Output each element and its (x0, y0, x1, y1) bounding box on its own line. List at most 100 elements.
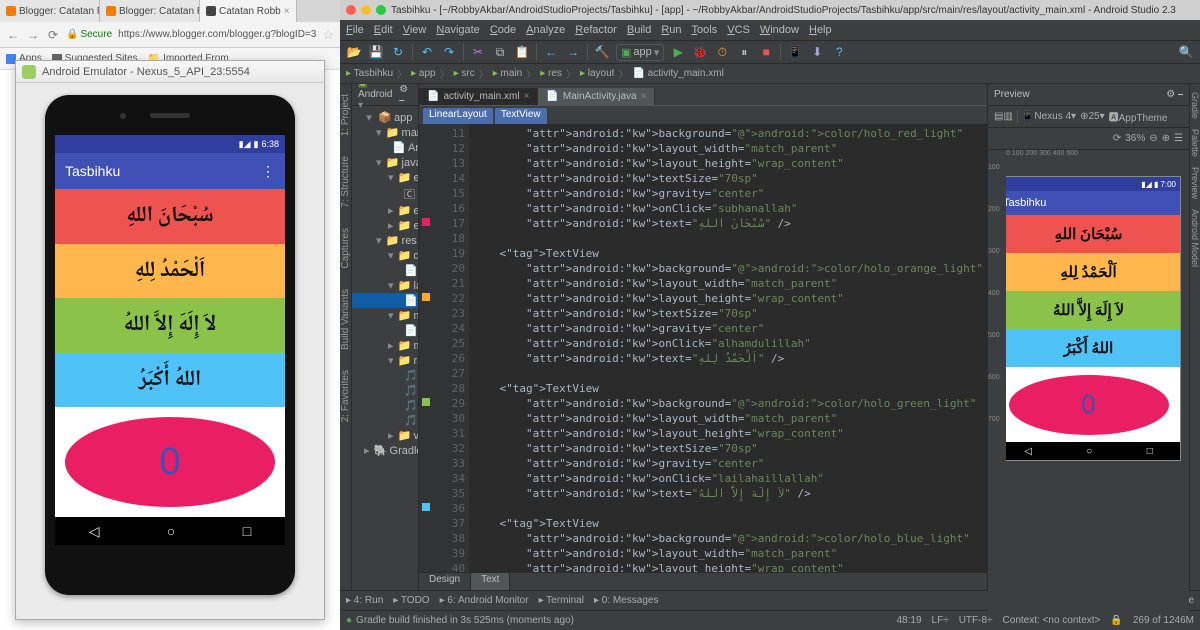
side-tab[interactable]: Preview (1190, 167, 1200, 199)
back-icon[interactable]: ← (6, 28, 20, 42)
project-tree[interactable]: ▾📦app▾📁manifests📄AndroidManifest.xml▾📁ja… (352, 106, 418, 462)
minimize-window-icon[interactable] (361, 5, 371, 15)
profile-icon[interactable]: ⏱ (714, 44, 730, 60)
avd-manager-icon[interactable]: 📱 (787, 44, 803, 60)
tree-node[interactable]: 📄AndroidManifest.xml (352, 140, 418, 155)
lock-icon[interactable]: 🔒 (1110, 615, 1122, 626)
side-tab[interactable]: Captures (340, 228, 351, 269)
make-icon[interactable]: 🔨 (594, 44, 610, 60)
tree-node[interactable]: 🎵takbir.mp3 (352, 398, 418, 413)
side-tab[interactable]: 7: Structure (340, 156, 351, 208)
copy-icon[interactable]: ⧉ (492, 44, 508, 60)
editor-tab[interactable]: 📄MainActivity.java × (538, 88, 655, 105)
sync-icon[interactable]: ↻ (390, 44, 406, 60)
menu-edit[interactable]: Edit (374, 24, 393, 36)
nav-forward-icon[interactable]: → (565, 44, 581, 60)
zoom-in-icon[interactable]: ⊕ (1162, 133, 1170, 144)
reload-icon[interactable]: ⟳ (46, 28, 60, 42)
side-tab[interactable]: 1: Project (340, 94, 351, 136)
help-icon[interactable]: ? (831, 44, 847, 60)
code-lines[interactable]: "attr">android:"kw">background="@">andro… (469, 124, 987, 572)
cut-icon[interactable]: ✂ (470, 44, 486, 60)
chrome-tab[interactable]: Blogger: Catatan R× (100, 0, 200, 22)
breadcrumb-item[interactable]: ▸ layout (580, 68, 615, 79)
tree-node[interactable]: ▸🐘Gradle Scripts (352, 443, 418, 458)
menu-view[interactable]: View (403, 24, 427, 36)
device-selector[interactable]: 📱Nexus 4▾ (1022, 111, 1076, 122)
side-tab[interactable]: Palette (1190, 129, 1200, 157)
band-lailaha[interactable]: لاَ إِلَهَ إِلاَّ اللهُ (55, 298, 285, 353)
bottom-tool[interactable]: ▸ TODO (393, 595, 429, 606)
tree-node[interactable]: ▸📁mipmap (352, 338, 418, 353)
nav-back-icon[interactable]: ◁ (89, 523, 100, 540)
tool-settings-icon[interactable]: ⚙ ⎯ (399, 84, 412, 106)
design-tab[interactable]: Design (419, 573, 471, 590)
tree-node[interactable]: 🎵tahmid.mp3 (352, 383, 418, 398)
api-selector[interactable]: ⊕25▾ (1080, 111, 1105, 122)
run-icon[interactable]: ▶ (670, 44, 686, 60)
nav-home-icon[interactable]: ○ (167, 523, 175, 539)
view-mode-icon[interactable]: ▤▥ (994, 111, 1013, 122)
zoom-value[interactable]: 36% (1125, 133, 1145, 144)
crumb-linearlayout[interactable]: LinearLayout (423, 108, 493, 124)
breadcrumb-item[interactable]: 📄 activity_main.xml (632, 68, 723, 79)
bottom-tool[interactable]: ▸ 6: Android Monitor (440, 595, 529, 606)
maximize-window-icon[interactable] (376, 5, 386, 15)
tree-node[interactable]: ▸📁values (352, 428, 418, 443)
line-separator[interactable]: LF÷ (932, 615, 949, 626)
emulator-window[interactable]: Android Emulator - Nexus_5_API_23:5554 ▮… (15, 60, 325, 620)
preview-tool-window[interactable]: Preview ⚙ ⎯ ▤▥ 📱Nexus 4▾ ⊕25▾ 🅰AppTheme … (987, 84, 1189, 590)
breadcrumb-item[interactable]: ▸ Tasbihku (346, 68, 393, 79)
memory-indicator[interactable]: 269 of 1246M (1133, 615, 1194, 626)
breadcrumb-item[interactable]: ▸ app (411, 68, 436, 79)
project-mode[interactable]: Android (358, 89, 392, 100)
file-encoding[interactable]: UTF-8÷ (959, 615, 993, 626)
menu-analyze[interactable]: Analyze (526, 24, 565, 36)
menu-navigate[interactable]: Navigate (436, 24, 479, 36)
menu-window[interactable]: Window (760, 24, 799, 36)
attach-debugger-icon[interactable]: ⏸ (736, 44, 752, 60)
close-window-icon[interactable] (346, 5, 356, 15)
open-icon[interactable]: 📂 (346, 44, 362, 60)
tree-node[interactable]: ▾📁raw (352, 353, 418, 368)
tree-node[interactable]: 📄activity_main.xml (352, 293, 418, 308)
code-area[interactable]: 1112131415161718192021222324252627282930… (419, 124, 987, 572)
paste-icon[interactable]: 📋 (514, 44, 530, 60)
chrome-tab[interactable]: Catatan Robb× (200, 0, 297, 22)
tree-node[interactable]: ▸📁es.esy.android_inyourhand.tasbihku (352, 218, 418, 233)
debug-icon[interactable]: 🐞 (692, 44, 708, 60)
tree-node[interactable]: ▾📁menu (352, 308, 418, 323)
breadcrumb-item[interactable]: ▸ main (493, 68, 522, 79)
tool-settings-icon[interactable]: ⚙ ⎯ (1166, 89, 1183, 100)
refresh-preview-icon[interactable]: ⟳ (1113, 133, 1121, 144)
run-config-selector[interactable]: ▣app▾ (616, 44, 664, 61)
tree-node[interactable]: ▾📦app (352, 110, 418, 125)
zoom-out-icon[interactable]: ⊖ (1149, 133, 1157, 144)
editor-tab[interactable]: 📄activity_main.xml × (419, 88, 538, 105)
forward-icon[interactable]: → (26, 28, 40, 42)
bottom-tool[interactable]: ▸ 0: Messages (594, 595, 659, 606)
tree-node[interactable]: ▾📁layout (352, 278, 418, 293)
band-subhanallah[interactable]: سُبْحَانَ اللهِ (55, 189, 285, 244)
crumb-textview[interactable]: TextView (495, 108, 547, 124)
tree-node[interactable]: ▾📁res (352, 233, 418, 248)
chrome-tab[interactable]: Blogger: Catatan R× (0, 0, 100, 22)
nav-back-icon[interactable]: ← (543, 44, 559, 60)
emulator-titlebar[interactable]: Android Emulator - Nexus_5_API_23:5554 (16, 61, 324, 83)
search-icon[interactable]: 🔍 (1178, 44, 1194, 60)
menu-run[interactable]: Run (661, 24, 681, 36)
menu-code[interactable]: Code (490, 24, 516, 36)
tree-node[interactable]: 🎵tahlil.mp3 (352, 368, 418, 383)
theme-selector[interactable]: 🅰AppTheme (1109, 109, 1168, 124)
tree-node[interactable]: 🎵tasbih.mp3 (352, 413, 418, 428)
tree-node[interactable]: 📄round.xml (352, 263, 418, 278)
save-icon[interactable]: 💾 (368, 44, 384, 60)
menu-file[interactable]: File (346, 24, 364, 36)
menu-help[interactable]: Help (809, 24, 832, 36)
tree-node[interactable]: ▾📁drawable (352, 248, 418, 263)
band-alhamdulillah[interactable]: اَلْحَمْدُ لِلهِ (55, 244, 285, 299)
side-tab[interactable]: Gradle (1190, 92, 1200, 119)
breadcrumb-item[interactable]: ▸ src (454, 68, 475, 79)
text-tab[interactable]: Text (471, 573, 510, 590)
undo-icon[interactable]: ↶ (419, 44, 435, 60)
